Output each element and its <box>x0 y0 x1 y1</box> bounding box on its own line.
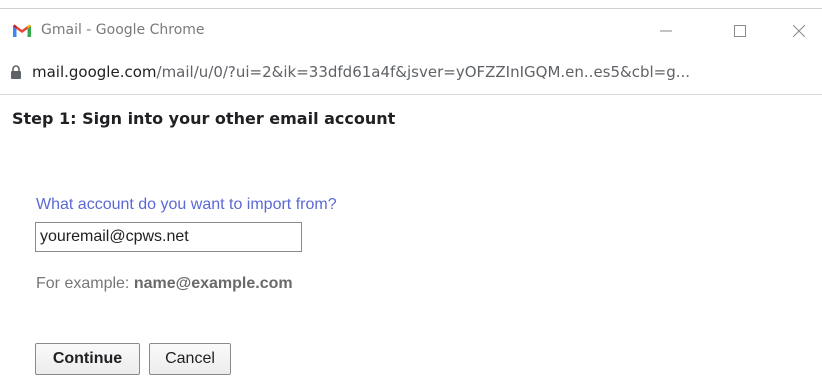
window-title: Gmail - Google Chrome <box>41 22 205 38</box>
maximize-button[interactable] <box>717 9 763 52</box>
address-bar[interactable]: mail.google.com/mail/u/0/?ui=2&ik=33dfd6… <box>0 52 822 95</box>
title-bar: Gmail - Google Chrome <box>0 9 822 52</box>
close-icon <box>793 24 805 37</box>
email-field[interactable] <box>35 222 302 252</box>
url-domain: mail.google.com <box>32 63 157 81</box>
gmail-logo-icon <box>13 24 31 37</box>
minimize-icon <box>660 30 672 31</box>
continue-button[interactable]: Continue <box>35 343 140 375</box>
example-email: name@example.com <box>133 275 293 292</box>
browser-window: Gmail - Google Chrome mail.google.com/ma… <box>0 8 822 388</box>
top-strip <box>0 0 822 8</box>
cancel-button[interactable]: Cancel <box>149 343 231 375</box>
page-title: Step 1: Sign into your other email accou… <box>12 109 396 128</box>
example-prefix: For example: <box>36 275 134 292</box>
import-dialog-content: Step 1: Sign into your other email accou… <box>0 95 822 388</box>
close-button[interactable] <box>776 9 822 52</box>
url-path: /mail/u/0/?ui=2&ik=33dfd61a4f&jsver=yOFZ… <box>156 63 691 81</box>
lock-icon[interactable] <box>10 65 22 80</box>
url-text[interactable]: mail.google.com/mail/u/0/?ui=2&ik=33dfd6… <box>32 63 690 81</box>
example-hint: For example: name@example.com <box>36 275 293 293</box>
minimize-button[interactable] <box>643 9 689 52</box>
maximize-icon <box>734 24 746 37</box>
account-question-label: What account do you want to import from? <box>36 196 337 213</box>
